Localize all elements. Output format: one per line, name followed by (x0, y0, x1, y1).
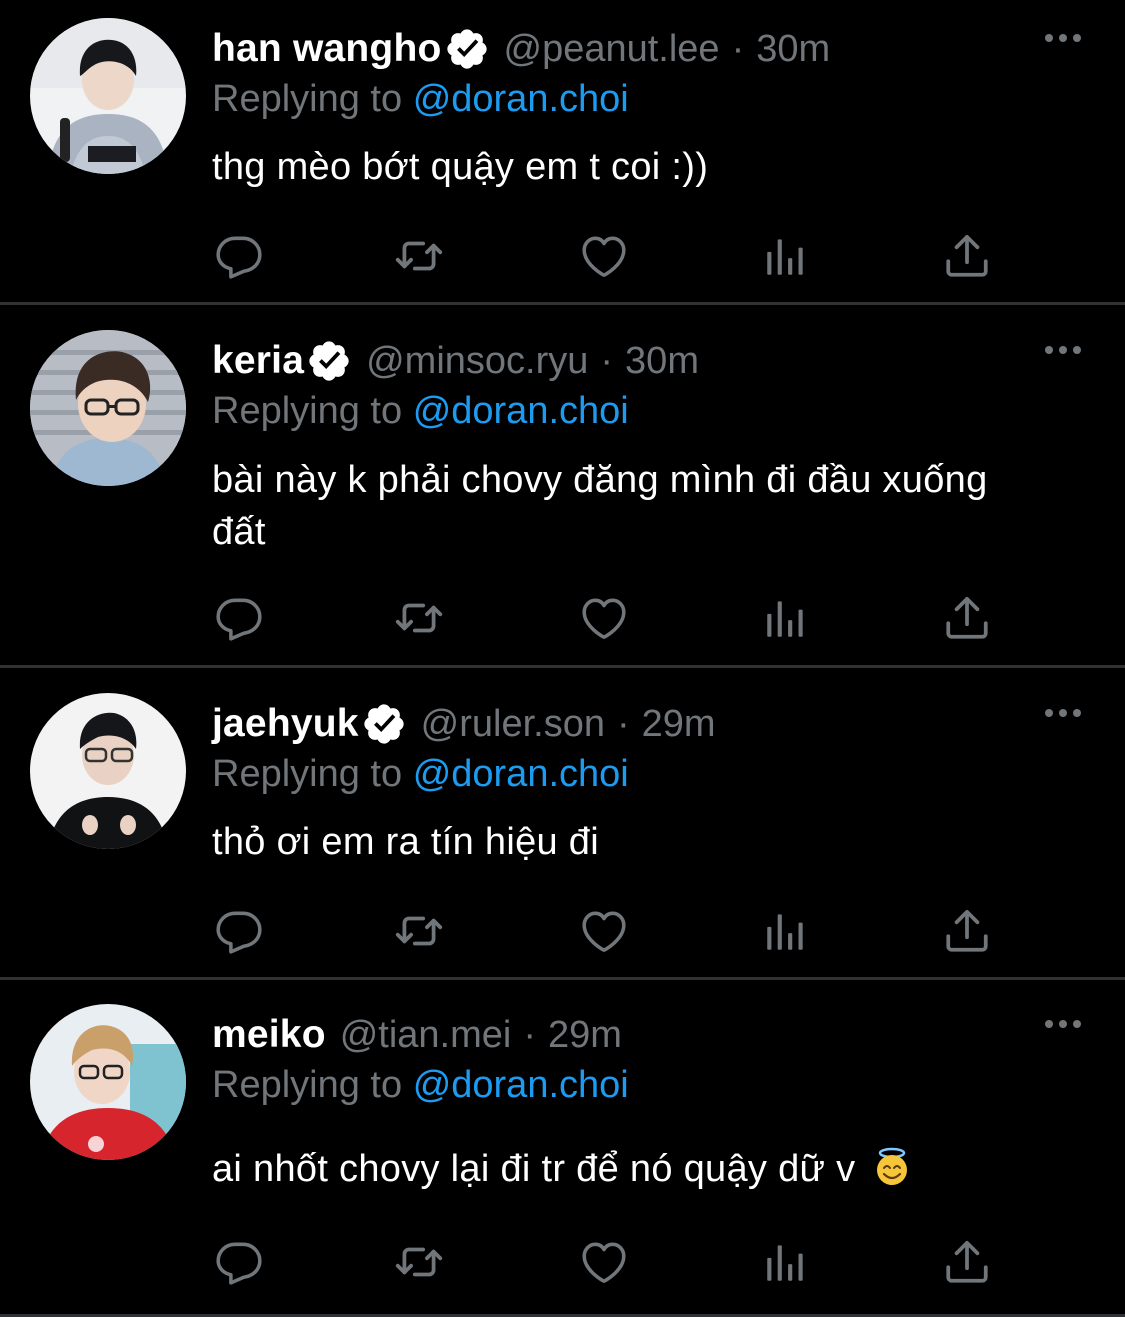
retweet-icon[interactable] (392, 590, 446, 646)
reply-icon[interactable] (212, 1234, 266, 1290)
timestamp[interactable]: 30m (756, 28, 830, 71)
action-bar (212, 903, 1002, 959)
tweet-header: keria @minsoc.ryu · 30m (212, 334, 699, 388)
replying-to: Replying to @doran.choi (212, 390, 629, 433)
replying-to: Replying to @doran.choi (212, 1064, 629, 1107)
avatar[interactable] (30, 330, 186, 486)
like-icon[interactable] (577, 590, 631, 646)
avatar[interactable] (30, 18, 186, 174)
timestamp[interactable]: 29m (548, 1014, 622, 1057)
replying-to-label: Replying to (212, 1064, 403, 1106)
replying-to: Replying to @doran.choi (212, 753, 629, 796)
timestamp[interactable]: 30m (625, 340, 699, 383)
tweet-text: bài này k phải chovy đăng mình đi đầu xu… (212, 459, 988, 553)
avatar[interactable] (30, 693, 186, 849)
more-icon[interactable] (1043, 28, 1083, 48)
replying-to-label: Replying to (212, 390, 403, 432)
reply-icon[interactable] (212, 228, 266, 284)
reply-mention-link[interactable]: @doran.choi (413, 78, 629, 120)
share-icon[interactable] (940, 590, 994, 646)
smiling-face-with-halo-icon (872, 1147, 912, 1187)
user-handle[interactable]: @minsoc.ryu (366, 340, 588, 383)
display-name[interactable]: han wangho (212, 27, 442, 71)
views-icon[interactable] (759, 228, 813, 284)
replying-to-label: Replying to (212, 78, 403, 120)
views-icon[interactable] (759, 1234, 813, 1290)
retweet-icon[interactable] (392, 1234, 446, 1290)
separator-dot: · (731, 27, 745, 70)
display-name[interactable]: keria (212, 339, 304, 383)
share-icon[interactable] (940, 903, 994, 959)
reply-tweet[interactable]: han wangho @peanut.lee · 30m Replying to… (0, 0, 1125, 305)
timestamp[interactable]: 29m (642, 703, 716, 746)
like-icon[interactable] (577, 903, 631, 959)
retweet-icon[interactable] (392, 903, 446, 959)
action-bar (212, 1234, 1002, 1290)
reply-mention-link[interactable]: @doran.choi (413, 753, 629, 795)
tweet-header: meiko @tian.mei · 29m (212, 1008, 622, 1062)
separator-dot: · (600, 339, 614, 382)
replying-to: Replying to @doran.choi (212, 78, 629, 121)
tweet-header: jaehyuk @ruler.son · 29m (212, 697, 716, 751)
verified-badge-icon (444, 26, 490, 72)
tweet-text-container: ai nhốt chovy lại đi tr để nó quậy dữ v (212, 1144, 1032, 1194)
replying-to-label: Replying to (212, 753, 403, 795)
divider (0, 977, 1125, 980)
divider (0, 665, 1125, 668)
avatar[interactable] (30, 1004, 186, 1160)
more-icon[interactable] (1043, 340, 1083, 360)
tweet-text: thg mèo bớt quậy em t coi :)) (212, 146, 709, 188)
action-bar (212, 228, 1002, 284)
verified-badge-icon (361, 701, 407, 747)
reply-mention-link[interactable]: @doran.choi (413, 390, 629, 432)
tweet-header: han wangho @peanut.lee · 30m (212, 22, 830, 76)
tweet-text: ai nhốt chovy lại đi tr để nó quậy dữ v (212, 1148, 856, 1190)
user-handle[interactable]: @peanut.lee (504, 28, 720, 71)
user-handle[interactable]: @ruler.son (421, 703, 605, 746)
verified-badge-icon (306, 338, 352, 384)
tweet-text: thỏ ơi em ra tín hiệu đi (212, 821, 599, 863)
separator-dot: · (616, 702, 630, 745)
reply-icon[interactable] (212, 903, 266, 959)
separator-dot: · (523, 1013, 537, 1056)
display-name[interactable]: jaehyuk (212, 702, 359, 746)
reply-icon[interactable] (212, 590, 266, 646)
more-icon[interactable] (1043, 703, 1083, 723)
display-name[interactable]: meiko (212, 1013, 326, 1057)
like-icon[interactable] (577, 228, 631, 284)
reply-tweet[interactable]: keria @minsoc.ryu · 30m Replying to @dor… (0, 312, 1125, 668)
share-icon[interactable] (940, 228, 994, 284)
divider (0, 302, 1125, 305)
reply-tweet[interactable]: jaehyuk @ruler.son · 29m Replying to @do… (0, 675, 1125, 980)
views-icon[interactable] (759, 903, 813, 959)
more-icon[interactable] (1043, 1014, 1083, 1034)
reply-feed: han wangho @peanut.lee · 30m Replying to… (0, 0, 1125, 1317)
retweet-icon[interactable] (392, 228, 446, 284)
reply-mention-link[interactable]: @doran.choi (413, 1064, 629, 1106)
reply-tweet[interactable]: meiko @tian.mei · 29m Replying to @doran… (0, 986, 1125, 1317)
action-bar (212, 590, 1002, 646)
user-handle[interactable]: @tian.mei (340, 1014, 512, 1057)
like-icon[interactable] (577, 1234, 631, 1290)
share-icon[interactable] (940, 1234, 994, 1290)
views-icon[interactable] (759, 590, 813, 646)
